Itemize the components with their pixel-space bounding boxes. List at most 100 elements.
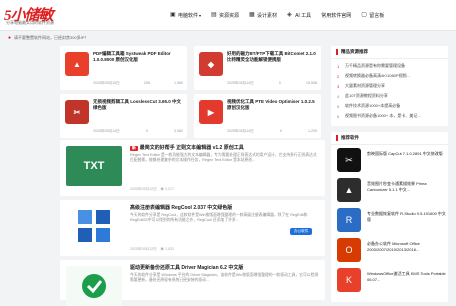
logo-subtitle: 分享电脑最实用的软件资源 [6,20,54,25]
card-comments: 0 [278,81,281,85]
ranking-item[interactable]: 2 视频转换器必备高清4K/1080P视频... [337,73,445,79]
regcool-logo-icon [78,210,110,242]
card-date: 2025年05月14日 [227,81,254,85]
nav-label: 留言板 [369,12,385,19]
ranking-header: 精品资源推荐 [331,46,448,59]
notice-bar: ● 请不要整置软件网站，已经封禁300多IP！ [8,33,448,43]
app-name: 必备办公软件 Microsoft Office 2003/2007/2010/2… [367,241,420,252]
ranking-item-label: 视频转换器必备高清4K/1080P视频... [345,73,410,78]
design-icon: ▦ [249,12,255,18]
featured-card[interactable]: ▶ 视频优化工具 PTE Video Optimiser 1.0.2.5 原创汉… [194,94,321,138]
bell-icon: ● [8,35,12,41]
app-item[interactable]: ▲ 音效图片秒变卡通素描效果 Prima Cartoonizer 5.1.1 中文… [337,178,445,202]
post-thumbnail[interactable] [66,206,122,246]
ranking-item[interactable]: 6 视频图书资源必备1000+ 本，是卡、美记... [337,113,445,119]
post-thumbnail[interactable]: TXT [66,146,122,186]
post-desc: 今天的软件分享是 Windows 平台的 Driver Magician，该软件… [130,273,319,282]
nav-item-ai[interactable]: ◈ AI 工具 [287,12,311,19]
txt-thumb-text: TXT [83,160,105,172]
post-item[interactable]: 高级注册表编辑器 RegCool 2.037 中文绿色版 今天的软件分享是 Re… [60,200,325,256]
card-comments: 0 [279,129,282,133]
app-name: 剪映国际版 CapCut 7.1.0.2891 中文修改版 [367,151,443,156]
card-comments: 206 [143,81,150,85]
app-name: 音效图片秒变卡通素描效果 Prima Cartoonizer 5.1.1 中文.… [367,181,427,192]
ranking-item-label: 软件技术资源1000+本提高必备 [345,103,401,108]
post-title[interactable]: 驱动更新备份还原工具 Driver Magician 6.2 中文版 [130,264,320,271]
featured-card[interactable]: ◆ 好用的磁力BT/FTP下载工具 BitComet 2.1.0 比特精灵全功能… [194,46,321,90]
nav-label: 常用软件官网 [321,12,352,19]
folder-icon: ▤ [211,12,217,18]
featured-card[interactable]: ✂ 无损视频剪辑工具 LosslessCut 3.65.0 中文绿色版 2025… [60,94,187,138]
ranking-item[interactable]: 4 此10T资源教程资料分享 [337,93,445,99]
capcut-icon: ✂ [337,148,361,172]
nav-item-software[interactable]: ▣ 电脑软件 ▾ [170,12,201,19]
message-icon: ▢ [361,12,367,18]
post-desc: 今天的软件分享是 RegCool，这款软件是Win按版面增强整理的一款高级注册表… [130,213,308,222]
post-meta: 2025年05月12日 ◉ 2,217 [130,187,174,192]
post-title[interactable]: 新最简文的好帮手 正则文本编辑器 v1.2 原创工具 [130,144,320,151]
card-meta: 2025年05月14日 0 1,209 [227,129,317,134]
nav-item-guestbook[interactable]: ▢ 留言板 [361,12,384,19]
post-desc: Regex Text Editor 是一款功能强大的文本编辑器，专为需要处理正则… [130,153,317,162]
card-title[interactable]: PDF编辑工具箱 Systweak PDF Editor 1.0.0.8000 … [93,51,183,63]
ranking-title: 精品资源推荐 [341,49,368,54]
nav-item-resources[interactable]: ▤ 资源资源 [211,12,239,19]
chevron-down-icon: ▾ [199,12,202,18]
app-item[interactable]: O 必备办公软件 Microsoft Office 2003/2007/2010/… [337,238,445,262]
card-date: 2025年05月14日 [227,129,254,133]
rank-number-icon: 4 [337,93,340,99]
post-item[interactable]: TXT 新最简文的好帮手 正则文本编辑器 v1.2 原创工具 Regex Tex… [60,140,325,196]
notice-text: 请不要整置软件网站，已经封禁300多IP！ [14,35,89,40]
post-item[interactable]: 驱动更新备份还原工具 Driver Magician 6.2 中文版 今天的软件… [60,260,325,306]
post-title[interactable]: 高级注册表编辑器 RegCool 2.037 中文绿色版 [130,204,320,211]
post-title-text: 最简文的好帮手 正则文本编辑器 v1.2 原创工具 [139,145,244,151]
post-meta: 2025年05月12日 ◉ 1,032 [130,247,174,252]
rank-number-icon: 5 [337,103,340,109]
rank-number-icon: 6 [337,113,340,119]
post-views: 1,032 [164,247,174,251]
eye-icon: ◉ [160,247,164,251]
ranking-item[interactable]: 1 万千精品资源是有你需要管理设备 [337,63,445,69]
ranking-item[interactable]: 3 大量素材资源管理分享 [337,83,445,89]
app-item[interactable]: R 专业数据恢复软件 R-Studio 9.5.191600 中文版 [337,208,446,232]
post-date: 2025年05月12日 [130,187,157,191]
site-header: 5小储敏 分享电脑最实用的软件资源 ▣ 电脑软件 ▾ ▤ 资源资源 ▦ 设计素材 ◈ AI… [0,0,456,31]
post-views: 2,217 [164,187,174,191]
ranking-item-label: 视频图书资源必备1000+ 本，是卡、美记... [345,113,421,118]
card-title[interactable]: 无损视频剪辑工具 LosslessCut 3.65.0 中文绿色版 [93,99,183,111]
nav-label: 电脑软件 [178,12,199,19]
post-date: 2025年05月12日 [130,247,157,251]
featured-card[interactable]: ▲ PDF编辑工具箱 Systweak PDF Editor 1.0.0.800… [60,46,187,90]
nav-label: 设计素材 [257,12,278,19]
main-nav: ▣ 电脑软件 ▾ ▤ 资源资源 ▦ 设计素材 ◈ AI 工具 常用软件官网 ▢ 留言板 [170,0,394,30]
video-optimiser-app-icon: ▶ [199,100,223,124]
card-date: 2025年05月15日 [93,81,120,85]
apps-title: 推荐软件 [341,135,359,140]
site-logo[interactable]: 5小储敏 分享电脑最实用的软件资源 [4,4,84,26]
app-name: WindowsOffice激活工具 KMS Tools Portable 06.… [367,271,446,282]
nav-label: 资源资源 [219,12,240,19]
card-title[interactable]: 好用的磁力BT/FTP下载工具 BitComet 2.1.0 比特精灵全功能解锁… [227,51,317,63]
app-name: 专业数据恢复软件 R-Studio 9.5.191600 中文版 [367,211,446,222]
category-tag[interactable]: 办公软件 [290,228,313,235]
nav-item-official-sites[interactable]: 常用软件官网 [321,12,351,19]
card-views: 1,960 [174,81,183,85]
ranking-item[interactable]: 5 软件技术资源1000+本提高必备 [337,103,445,109]
ranking-item-label: 此10T资源教程资料分享 [345,93,388,98]
driver-magician-logo-icon [82,274,106,298]
card-views: 1,209 [308,129,317,133]
nav-item-design[interactable]: ▦ 设计素材 [249,12,277,19]
post-thumbnail[interactable] [66,266,122,306]
office-icon: O [337,238,361,262]
apps-header: 推荐软件 [331,132,448,145]
bitcomet-app-icon: ◆ [199,52,223,76]
ranking-box: 精品资源推荐 1 万千精品资源是有你需要管理设备 2 视频转换器必备高清4K/108… [331,46,448,126]
card-meta: 2025年05月14日 0 3,082 [93,129,183,134]
app-item[interactable]: K WindowsOffice激活工具 KMS Tools Portable 06… [337,268,446,292]
rank-number-icon: 2 [337,73,340,79]
card-views: 15,558 [306,81,317,85]
rank-number-icon: 3 [337,83,340,89]
app-item[interactable]: ✂ 剪映国际版 CapCut 7.1.0.2891 中文修改版 [337,148,445,172]
card-title[interactable]: 视频优化工具 PTE Video Optimiser 1.0.2.5 原创汉化版 [227,99,317,111]
ai-icon: ◈ [287,12,292,18]
